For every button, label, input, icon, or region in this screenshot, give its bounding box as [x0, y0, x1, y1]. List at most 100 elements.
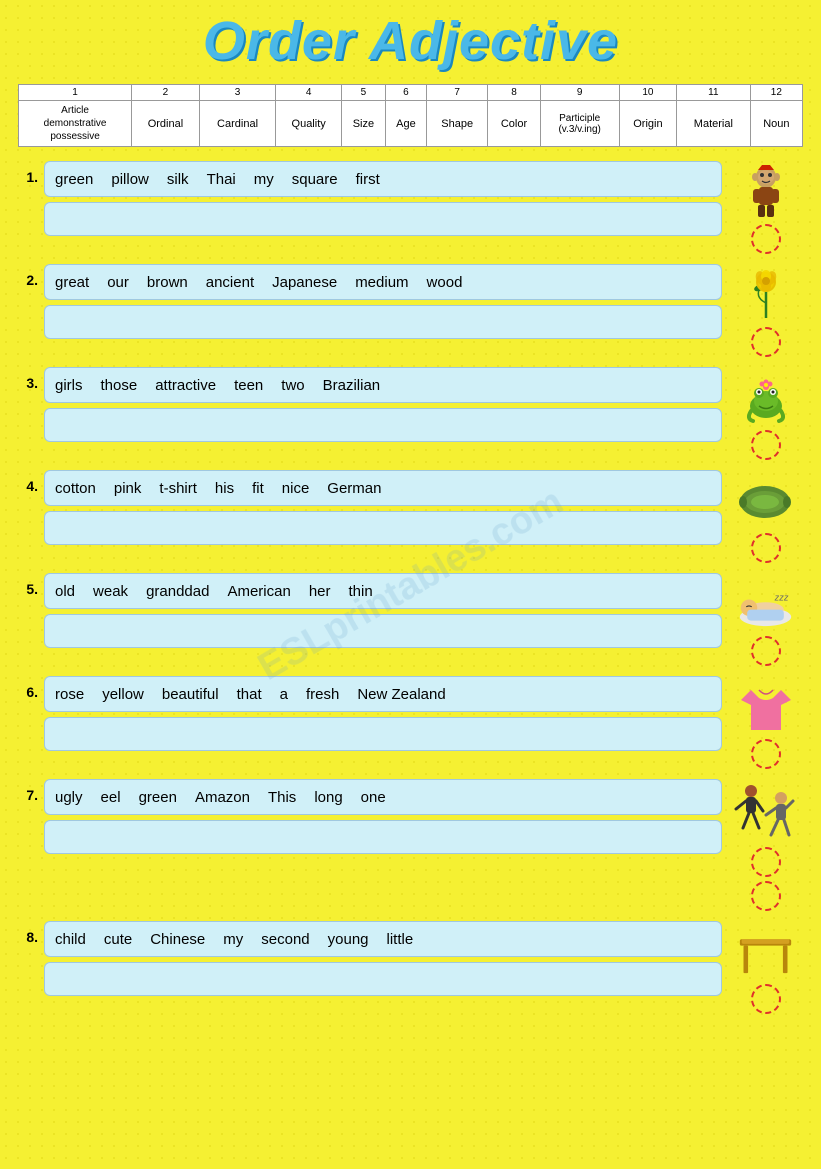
ex-number-6: 6.	[18, 684, 38, 700]
col-label-1: Articledemonstrativepossessive	[19, 101, 132, 147]
word-row-5: old weak granddad American her thin	[44, 573, 722, 609]
exercise-2: 2. great our brown ancient Japanese medi…	[18, 264, 803, 357]
ex-image-5: zzz	[728, 577, 803, 666]
word-7-7: one	[361, 789, 386, 806]
answer-row-7[interactable]	[44, 820, 722, 854]
word-1-2: pillow	[111, 171, 149, 188]
ex-content-8: child cute Chinese my second young littl…	[44, 921, 722, 996]
word-row-6: rose yellow beautiful that a fresh New Z…	[44, 676, 722, 712]
col-num-1: 1	[19, 85, 132, 101]
word-5-5: her	[309, 583, 331, 600]
page-title: Order Adjective	[18, 10, 803, 72]
word-2-5: Japanese	[272, 274, 337, 291]
ex-number-4: 4.	[18, 478, 38, 494]
word-6-3: beautiful	[162, 686, 219, 703]
ex-number-2: 2.	[18, 272, 38, 288]
col-label-8: Color	[488, 101, 540, 147]
svg-text:zzz: zzz	[774, 592, 789, 602]
word-4-5: fit	[252, 480, 264, 497]
word-row-3: girls those attractive teen two Brazilia…	[44, 367, 722, 403]
ex-image-3	[728, 371, 803, 460]
exercise-8: 8. child cute Chinese my second young li…	[18, 921, 803, 1014]
word-2-6: medium	[355, 274, 408, 291]
word-5-3: granddad	[146, 583, 209, 600]
word-5-6: thin	[349, 583, 373, 600]
ex-image-2	[728, 268, 803, 357]
answer-row-4[interactable]	[44, 511, 722, 545]
ex-number-3: 3.	[18, 375, 38, 391]
col-label-7: Shape	[426, 101, 487, 147]
ex-content-4: cotton pink t-shirt his fit nice German	[44, 470, 722, 545]
word-6-2: yellow	[102, 686, 144, 703]
col-num-12: 12	[750, 85, 802, 101]
col-label-4: Quality	[276, 101, 342, 147]
answer-row-6[interactable]	[44, 717, 722, 751]
word-row-2: great our brown ancient Japanese medium …	[44, 264, 722, 300]
col-label-11: Material	[677, 101, 751, 147]
word-1-5: my	[254, 171, 274, 188]
word-row-4: cotton pink t-shirt his fit nice German	[44, 470, 722, 506]
word-row-7: ugly eel green Amazon This long one	[44, 779, 722, 815]
word-row-1: green pillow silk Thai my square first	[44, 161, 722, 197]
answer-row-8[interactable]	[44, 962, 722, 996]
ex-image-7	[728, 783, 803, 911]
col-num-11: 11	[677, 85, 751, 101]
exercise-5: 5. old weak granddad American her thin	[18, 573, 803, 666]
word-6-5: a	[280, 686, 288, 703]
adjective-order-table: 1 2 3 4 5 6 7 8 9 10 11 12 Articledemons…	[18, 84, 803, 147]
word-8-2: cute	[104, 931, 132, 948]
word-3-5: two	[281, 377, 304, 394]
dashed-circle-2	[751, 327, 781, 357]
word-8-3: Chinese	[150, 931, 205, 948]
exercise-6: 6. rose yellow beautiful that a fresh Ne…	[18, 676, 803, 769]
word-row-8: child cute Chinese my second young littl…	[44, 921, 722, 957]
word-8-6: young	[328, 931, 369, 948]
col-num-9: 9	[540, 85, 619, 101]
word-2-3: brown	[147, 274, 188, 291]
answer-row-3[interactable]	[44, 408, 722, 442]
word-4-3: t-shirt	[159, 480, 197, 497]
ex-image-1	[728, 165, 803, 254]
col-num-10: 10	[619, 85, 676, 101]
word-3-3: attractive	[155, 377, 216, 394]
word-4-4: his	[215, 480, 234, 497]
word-7-2: eel	[101, 789, 121, 806]
col-num-7: 7	[426, 85, 487, 101]
baby-image: zzz	[738, 577, 793, 632]
dashed-circle-7a	[751, 847, 781, 877]
word-3-4: teen	[234, 377, 263, 394]
word-3-6: Brazilian	[323, 377, 381, 394]
word-7-6: long	[314, 789, 342, 806]
col-label-2: Ordinal	[132, 101, 200, 147]
exercises-container: 1. green pillow silk Thai my square firs…	[18, 161, 803, 1014]
word-5-2: weak	[93, 583, 128, 600]
word-6-4: that	[237, 686, 262, 703]
word-1-6: square	[292, 171, 338, 188]
troll-image	[738, 165, 793, 220]
word-8-7: little	[387, 931, 414, 948]
word-7-3: green	[139, 789, 177, 806]
word-2-2: our	[107, 274, 129, 291]
answer-row-1[interactable]	[44, 202, 722, 236]
answer-row-5[interactable]	[44, 614, 722, 648]
dashed-circle-4	[751, 533, 781, 563]
exercise-1: 1. green pillow silk Thai my square firs…	[18, 161, 803, 254]
word-5-1: old	[55, 583, 75, 600]
col-label-10: Origin	[619, 101, 676, 147]
word-1-3: silk	[167, 171, 189, 188]
word-2-4: ancient	[206, 274, 254, 291]
exercise-4: 4. cotton pink t-shirt his fit nice Germ…	[18, 470, 803, 563]
word-4-2: pink	[114, 480, 142, 497]
col-num-6: 6	[385, 85, 426, 101]
ex-content-6: rose yellow beautiful that a fresh New Z…	[44, 676, 722, 751]
pillow-image	[738, 474, 793, 529]
exercise-7: 7. ugly eel green Amazon This long one	[18, 779, 803, 911]
col-label-3: Cardinal	[199, 101, 276, 147]
word-7-1: ugly	[55, 789, 83, 806]
word-2-1: great	[55, 274, 89, 291]
answer-row-2[interactable]	[44, 305, 722, 339]
word-8-5: second	[261, 931, 309, 948]
ex-image-8	[728, 925, 803, 1014]
word-1-7: first	[356, 171, 380, 188]
ex-number-5: 5.	[18, 581, 38, 597]
